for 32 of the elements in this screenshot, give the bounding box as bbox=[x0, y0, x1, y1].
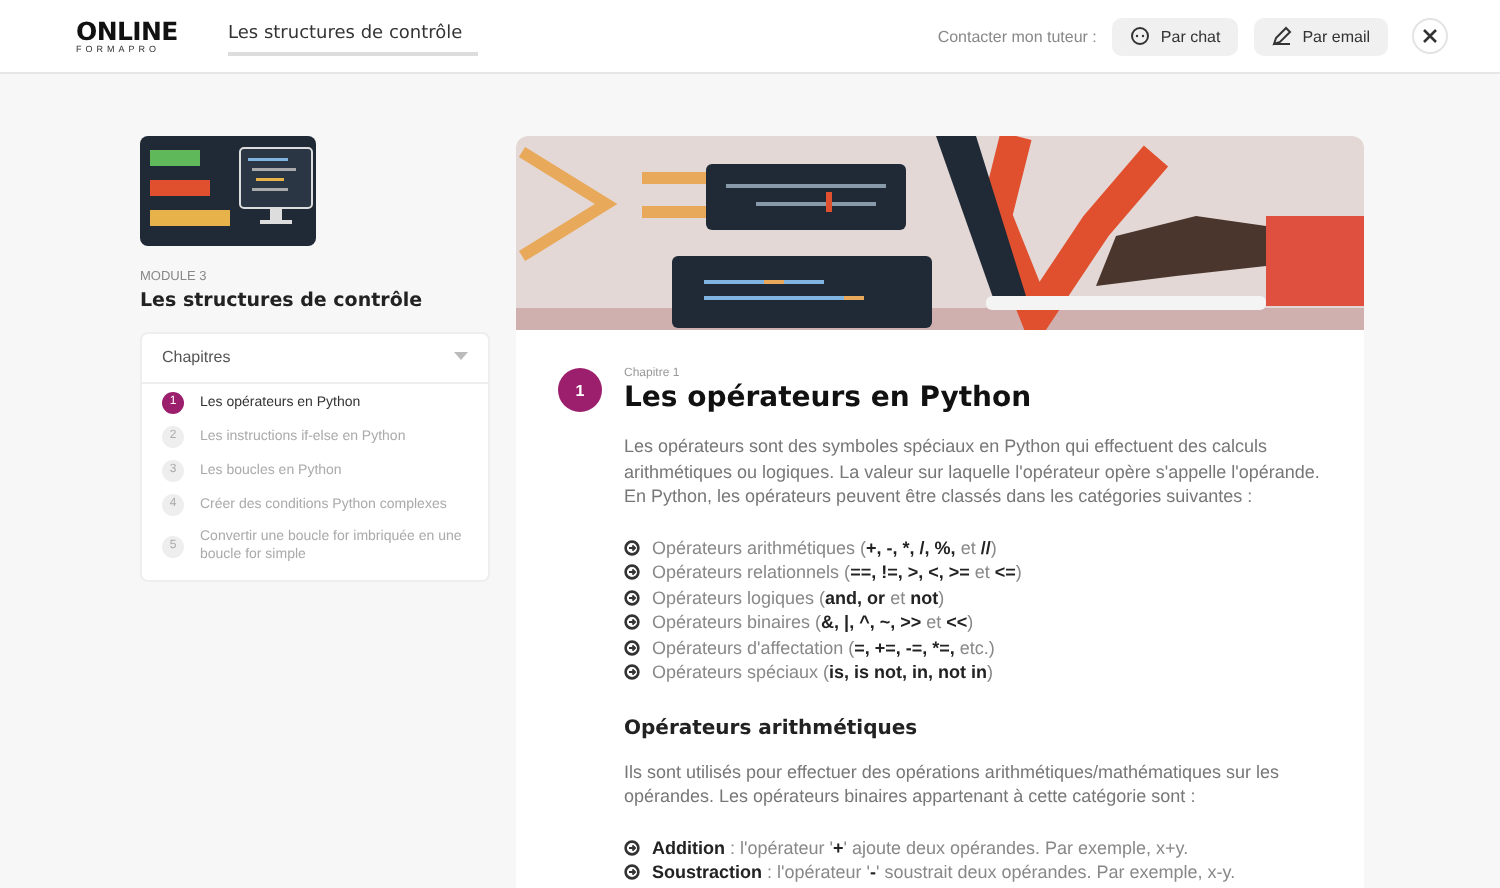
lesson-title: Les opérateurs en Python bbox=[624, 382, 1032, 414]
arrow-circle-icon bbox=[624, 864, 640, 881]
arrow-circle-icon bbox=[624, 564, 640, 581]
category-item: Opérateurs binaires (&, |, ^, ~, >> et <<) bbox=[652, 610, 974, 635]
arrow-circle-icon bbox=[624, 639, 640, 656]
category-item: Opérateurs logiques (and, or et not) bbox=[652, 585, 945, 610]
operator-item: Addition : l'opérateur '+' ajoute deux opérandes. Par exemple, x+y. bbox=[652, 835, 1189, 860]
close-icon bbox=[1422, 28, 1438, 44]
arrow-circle-icon bbox=[624, 589, 640, 606]
chat-bubble-icon bbox=[1130, 26, 1151, 46]
contact-label: Contacter mon tuteur : bbox=[937, 27, 1097, 45]
category-item: Opérateurs spéciaux (is, is not, in, not in) bbox=[652, 660, 994, 685]
operator-item: Soustraction : l'opérateur '-' soustrait deux opérandes. Par exemple, x-y. bbox=[652, 860, 1236, 885]
category-item: Opérateurs relationnels (==, !=, >, <, >= et <=) bbox=[652, 560, 1022, 585]
arrow-circle-icon bbox=[624, 664, 640, 681]
close-button[interactable] bbox=[1412, 18, 1448, 54]
course-title: Les structures de contrôle bbox=[228, 23, 478, 55]
chapters-dropdown[interactable]: Chapitres bbox=[142, 334, 488, 384]
arrow-circle-icon bbox=[624, 839, 640, 856]
chat-button[interactable]: Par chat bbox=[1112, 17, 1239, 55]
category-item: Opérateurs d'affectation (=, +=, -=, *=, etc.) bbox=[652, 635, 995, 660]
category-item: Opérateurs arithmétiques (+, -, *, /, %, et //) bbox=[652, 535, 997, 560]
section-heading: Opérateurs arithmétiques bbox=[624, 717, 920, 739]
chapter-number-badge: 1 bbox=[558, 368, 602, 412]
section-paragraph: Ils sont utilisés pour effectuer des opérations arithmétiques/mathématiques sur les opérandes. Les opérateurs binaires appartenant à cette catégorie sont : bbox=[624, 759, 1282, 809]
email-button[interactable]: Par email bbox=[1254, 17, 1388, 55]
pencil-icon bbox=[1272, 26, 1293, 46]
arrow-circle-icon bbox=[624, 539, 640, 556]
module-title: Les structures de contrôle bbox=[140, 290, 425, 312]
arrow-circle-icon bbox=[624, 614, 640, 631]
caret-icon bbox=[454, 352, 468, 362]
intro-paragraph: Les opérateurs sont des symboles spéciaux en Python qui effectuent des calculs arithmétiques ou logiques. La valeur sur laquelle l'opérateur opère s'appelle l'opérande. En Python, les opérateurs peuvent être classés dans les catégories suivantes : bbox=[624, 434, 1320, 509]
